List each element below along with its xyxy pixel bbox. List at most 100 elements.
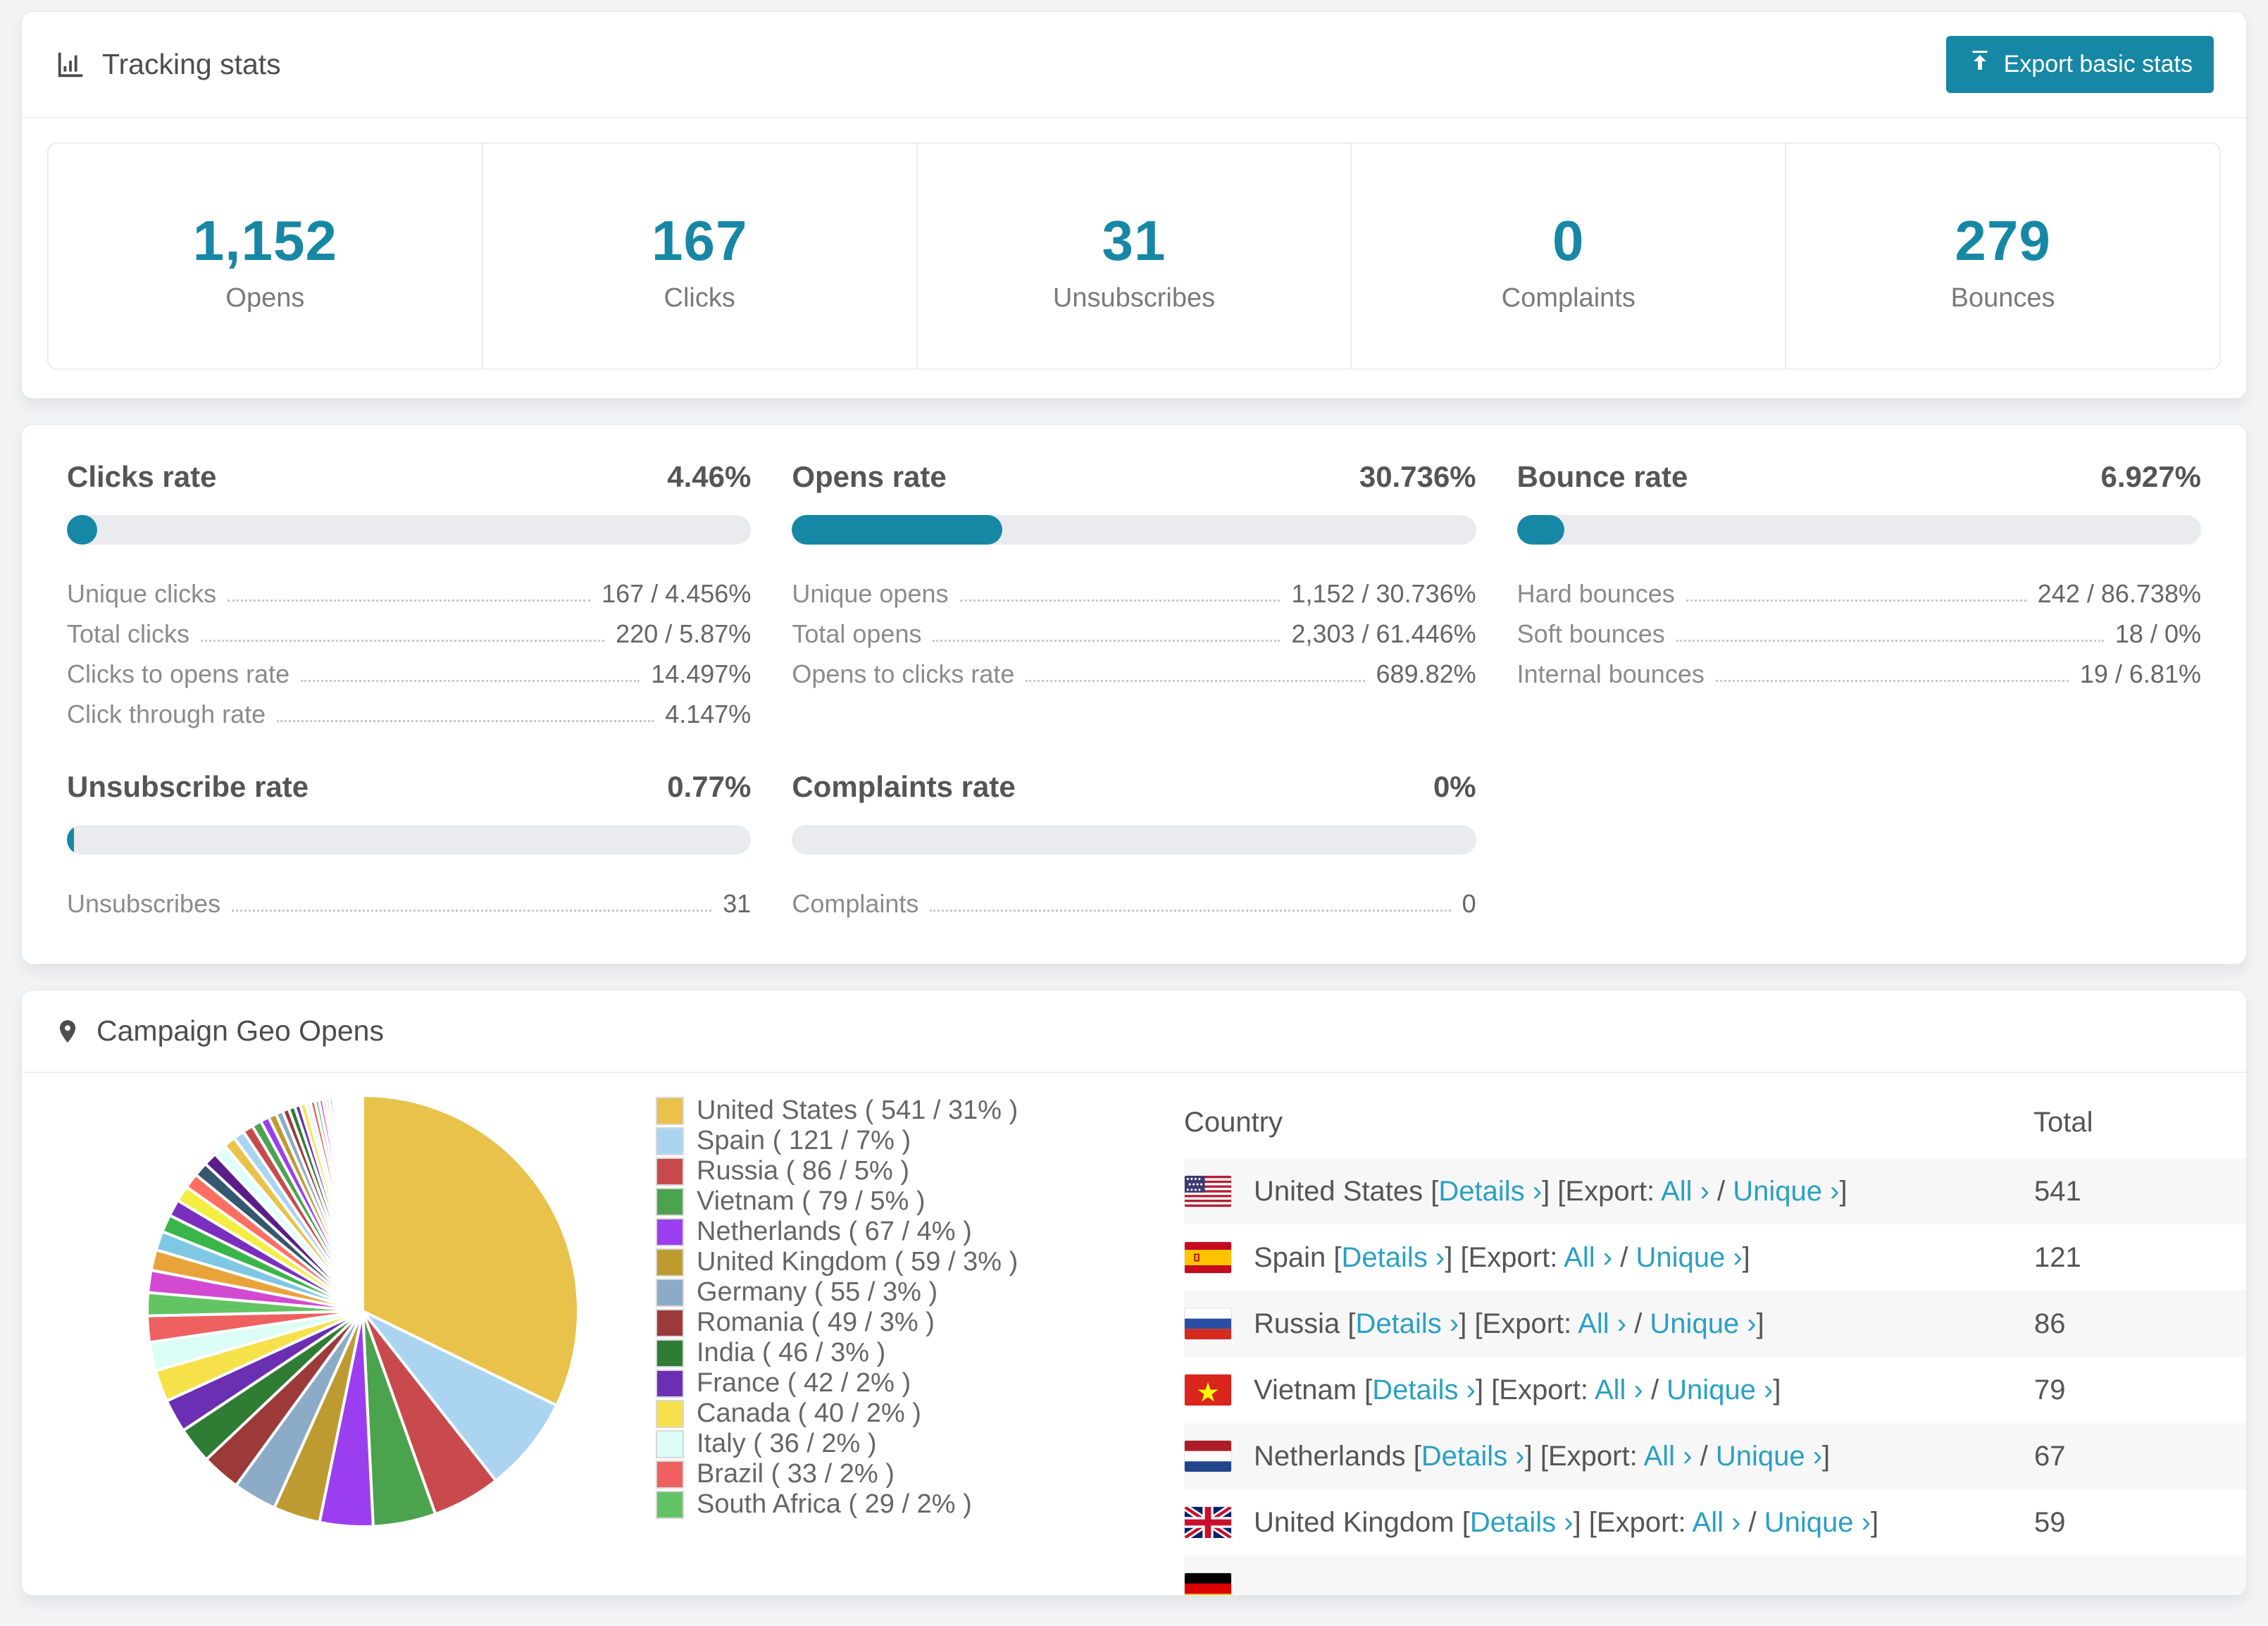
legend-item-france[interactable]: France ( 42 / 2% )	[656, 1368, 1078, 1398]
legend-item-spain[interactable]: Spain ( 121 / 7% )	[656, 1126, 1078, 1156]
rate-detail-value: 18 / 0%	[2115, 619, 2201, 649]
export-basic-stats-label: Export basic stats	[2004, 51, 2193, 78]
geo-opens-card: Campaign Geo Opens United States ( 541 /…	[21, 990, 2247, 1596]
stat-label: Complaints	[1352, 283, 1785, 314]
legend-label: Italy ( 36 / 2% )	[697, 1429, 877, 1459]
rate-block-opens-rate: Opens rate30.736%Unique opens1,152 / 30.…	[792, 460, 1476, 729]
country-total: 121	[2034, 1242, 2081, 1273]
rate-detail-row: Unique clicks167 / 4.456%	[67, 569, 751, 609]
export-unique-link[interactable]: Unique ›	[1716, 1441, 1822, 1472]
legend-swatch	[656, 1339, 684, 1367]
export-all-link[interactable]: All ›	[1564, 1242, 1612, 1273]
details-link[interactable]: Details ›	[1356, 1308, 1459, 1339]
de-flag-icon	[1185, 1573, 1231, 1596]
stat-value: 0	[1352, 209, 1785, 273]
gb-flag-icon	[1185, 1507, 1231, 1538]
legend-item-vietnam[interactable]: Vietnam ( 79 / 5% )	[656, 1186, 1078, 1217]
legend-item-russia[interactable]: Russia ( 86 / 5% )	[656, 1156, 1078, 1186]
details-link[interactable]: Details ›	[1421, 1441, 1525, 1472]
export-basic-stats-button[interactable]: Export basic stats	[1946, 36, 2214, 93]
country-total: 541	[2034, 1176, 2081, 1207]
legend-label: France ( 42 / 2% )	[697, 1368, 911, 1398]
geo-table-wrap: Country Total United States [Details ›] …	[1184, 1086, 2246, 1596]
rate-detail-label: Complaints	[792, 889, 918, 919]
legend-swatch	[656, 1400, 684, 1428]
export-all-link[interactable]: All ›	[1661, 1176, 1709, 1207]
geo-table-row-united-kingdom: United Kingdom [Details ›] [Export: All …	[1184, 1489, 2246, 1556]
rate-value: 0.77%	[667, 770, 751, 804]
tracking-stats-card: Tracking stats Export basic stats 1,152O…	[21, 11, 2247, 399]
export-all-link[interactable]: All ›	[1693, 1507, 1741, 1538]
country-links: Vietnam [Details ›] [Export: All › / Uni…	[1254, 1374, 1781, 1406]
rate-progress-fill	[67, 515, 97, 545]
country-name: United States	[1254, 1176, 1431, 1207]
dotted-leader	[1686, 600, 2026, 602]
rate-detail-row: Unsubscribes31	[67, 879, 751, 919]
stat-cell-unsubscribes: 31Unsubscribes	[918, 144, 1352, 368]
bar-chart-icon	[54, 49, 87, 81]
legend-item-south-africa[interactable]: South Africa ( 29 / 2% )	[656, 1489, 1078, 1520]
export-unique-link[interactable]: Unique ›	[1666, 1374, 1773, 1405]
legend-label: United States ( 541 / 31% )	[697, 1096, 1018, 1126]
dotted-leader	[933, 640, 1280, 642]
export-all-link[interactable]: All ›	[1595, 1374, 1643, 1405]
rate-block-complaints-rate: Complaints rate0%Complaints0	[792, 770, 1476, 919]
legend-item-italy[interactable]: Italy ( 36 / 2% )	[656, 1429, 1078, 1459]
legend-item-united-states[interactable]: United States ( 541 / 31% )	[656, 1096, 1078, 1126]
rate-progress-bar	[67, 515, 751, 545]
legend-item-india[interactable]: India ( 46 / 3% )	[656, 1338, 1078, 1368]
rates-grid: Clicks rate4.46%Unique clicks167 / 4.456…	[67, 460, 2201, 919]
rate-progress-bar	[1517, 515, 2201, 545]
geo-table-row-spain: Spain [Details ›] [Export: All › / Uniqu…	[1184, 1224, 2246, 1291]
rate-progress-bar	[67, 825, 751, 855]
stat-cell-complaints: 0 Complaints	[1352, 144, 1786, 368]
dotted-leader	[1026, 680, 1364, 682]
rate-detail-value: 167 / 4.456%	[602, 579, 751, 609]
geo-table-header-row: Country Total	[1184, 1086, 2246, 1158]
export-unique-link[interactable]: Unique ›	[1733, 1176, 1839, 1207]
rate-progress-fill	[67, 825, 74, 855]
legend-swatch	[656, 1188, 684, 1216]
rate-detail-value: 0	[1462, 889, 1476, 919]
legend-label: South Africa ( 29 / 2% )	[697, 1489, 972, 1520]
dotted-leader	[1716, 680, 2069, 682]
rate-detail-value: 19 / 6.81%	[2080, 659, 2201, 689]
legend-label: Spain ( 121 / 7% )	[697, 1126, 911, 1156]
legend-item-canada[interactable]: Canada ( 40 / 2% )	[656, 1398, 1078, 1429]
details-link[interactable]: Details ›	[1342, 1242, 1445, 1273]
country-name: Netherlands	[1254, 1441, 1414, 1472]
stat-value: 279	[1786, 209, 2219, 273]
details-link[interactable]: Details ›	[1470, 1507, 1574, 1538]
rate-detail-label: Clicks to opens rate	[67, 659, 289, 689]
rate-progress-fill	[792, 515, 1002, 545]
summary-stats-row: 1,152Opens167Clicks31Unsubscribes0Compla…	[47, 142, 2221, 370]
details-link[interactable]: Details ›	[1372, 1374, 1476, 1405]
ru-flag-icon	[1185, 1308, 1231, 1339]
stat-value: 1,152	[49, 209, 482, 273]
legend-item-brazil[interactable]: Brazil ( 33 / 2% )	[656, 1459, 1078, 1489]
export-all-link[interactable]: All ›	[1644, 1441, 1693, 1472]
export-unique-link[interactable]: Unique ›	[1764, 1507, 1871, 1538]
rate-value: 0%	[1433, 770, 1476, 804]
legend-item-romania[interactable]: Romania ( 49 / 3% )	[656, 1308, 1078, 1338]
legend-swatch	[656, 1127, 684, 1155]
legend-label: Germany ( 55 / 3% )	[697, 1277, 937, 1308]
dotted-leader	[1676, 640, 2104, 642]
rate-detail-value: 31	[723, 889, 751, 919]
legend-item-germany[interactable]: Germany ( 55 / 3% )	[656, 1277, 1078, 1308]
rate-value: 30.736%	[1359, 460, 1476, 494]
rate-detail-value: 4.147%	[665, 700, 751, 729]
legend-item-netherlands[interactable]: Netherlands ( 67 / 4% )	[656, 1217, 1078, 1247]
dotted-leader	[232, 910, 711, 912]
legend-label: Romania ( 49 / 3% )	[697, 1308, 935, 1338]
legend-label: Vietnam ( 79 / 5% )	[697, 1186, 926, 1217]
legend-item-united-kingdom[interactable]: United Kingdom ( 59 / 3% )	[656, 1247, 1078, 1277]
details-link[interactable]: Details ›	[1438, 1176, 1542, 1207]
geo-table-col-country: Country	[1184, 1086, 2033, 1158]
stat-cell-clicks: 167Clicks	[483, 144, 918, 368]
export-unique-link[interactable]: Unique ›	[1635, 1242, 1742, 1273]
export-unique-link[interactable]: Unique ›	[1650, 1308, 1756, 1339]
geo-pie-legend: United States ( 541 / 31% )Spain ( 121 /…	[656, 1096, 1078, 1520]
dotted-leader	[301, 680, 640, 682]
export-all-link[interactable]: All ›	[1578, 1308, 1626, 1339]
